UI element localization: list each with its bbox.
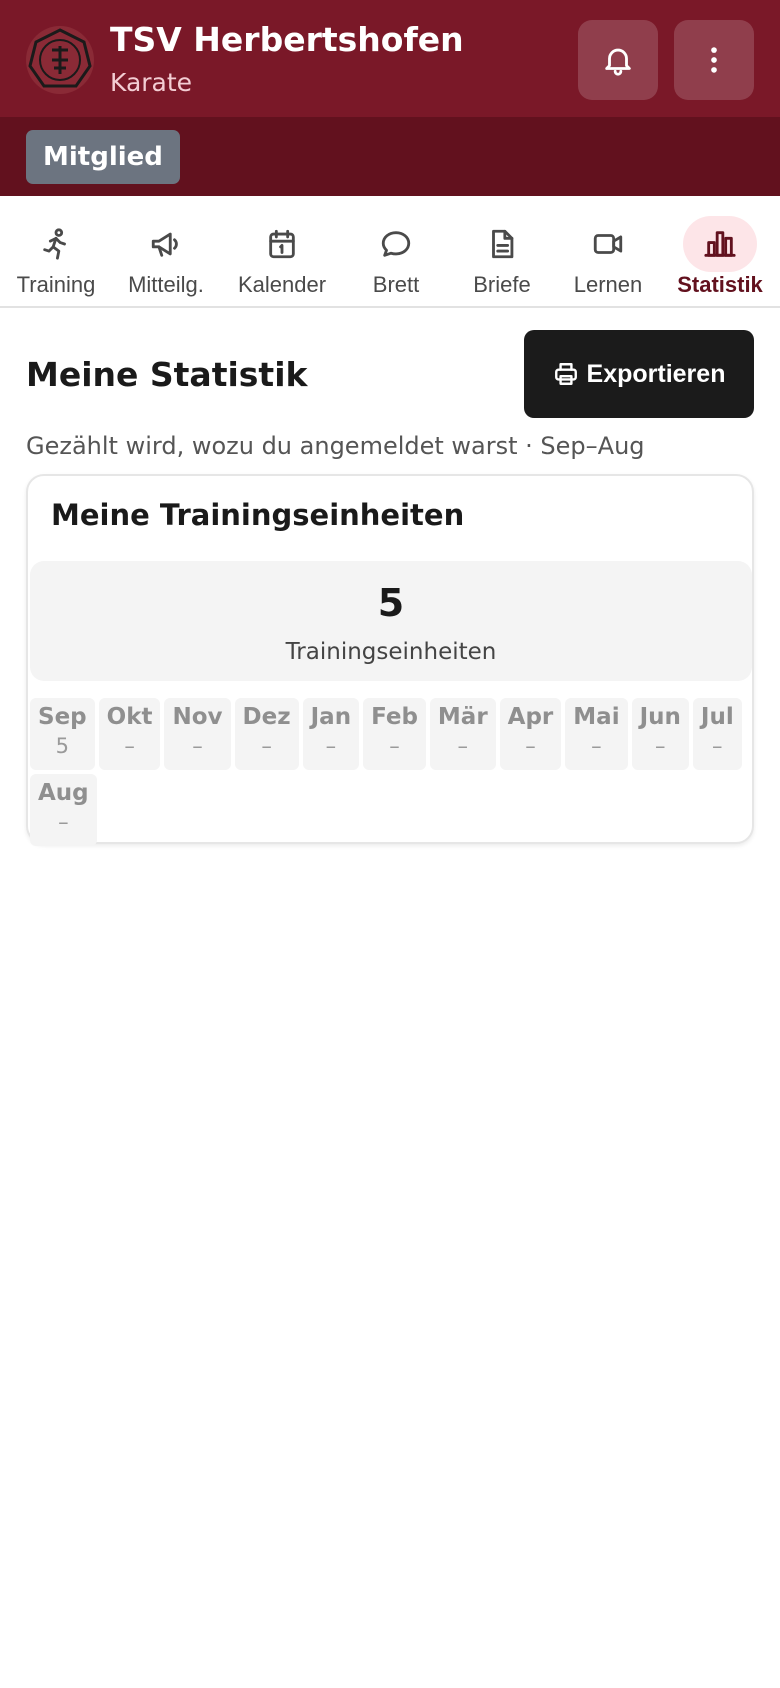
export-button[interactable]: Exportieren: [524, 330, 754, 418]
month-cell: Nov –: [164, 698, 231, 770]
tab-label: Training: [16, 272, 96, 297]
month-value: –: [192, 734, 203, 758]
month-name: Okt: [106, 704, 153, 730]
bell-icon: [605, 48, 631, 76]
training-stats-card: Meine Trainingseinheiten 5 Trainingseinh…: [26, 474, 754, 846]
club-logo: [26, 26, 94, 94]
total-summary: 5 Trainingseinheiten: [30, 561, 752, 681]
month-name: Mär: [437, 704, 488, 730]
role-badge: Mitglied: [26, 130, 180, 184]
card-title: Meine Trainingseinheiten: [51, 498, 465, 532]
printer-icon: [554, 363, 577, 385]
calendar-icon: [245, 216, 319, 272]
export-button-label: Exportieren: [586, 359, 726, 388]
month-name: Feb: [371, 704, 418, 730]
tab-bar: Training Mitteilg. Kalender Brett Briefe…: [0, 196, 780, 308]
month-cell: Jul –: [692, 698, 742, 770]
tab-statistik[interactable]: Statistik: [670, 196, 770, 306]
month-cell: Jan –: [302, 698, 360, 770]
month-grid: Sep 5 Okt – Nov – Dez – Jan – Feb – Mär – Apr – …: [30, 698, 752, 846]
tab-brett[interactable]: Brett: [346, 196, 446, 306]
tab-label: Mitteilg.: [128, 272, 204, 297]
month-name: Jan: [310, 704, 352, 730]
bar-chart-icon: [683, 216, 757, 272]
tab-label: Statistik: [677, 272, 763, 297]
page-title: Meine Statistik: [26, 355, 308, 394]
club-department: Karate: [110, 68, 193, 97]
month-name: Nov: [172, 704, 223, 730]
more-menu-button[interactable]: [674, 20, 754, 100]
month-cell: Feb –: [363, 698, 426, 770]
megaphone-icon: [129, 216, 203, 272]
month-value: –: [58, 810, 69, 834]
month-value: –: [325, 734, 337, 758]
month-name: Aug: [38, 780, 89, 806]
month-value: –: [389, 734, 400, 758]
month-name: Sep: [38, 704, 87, 730]
month-name: Jul: [700, 704, 734, 730]
month-cell: Mär –: [429, 698, 496, 770]
month-value: –: [654, 734, 666, 758]
club-name: TSV Herbertshofen: [110, 20, 464, 59]
month-value: –: [261, 734, 272, 758]
running-person-icon: [19, 216, 93, 272]
month-value: –: [525, 734, 536, 758]
video-camera-icon: [571, 216, 645, 272]
month-cell: Okt –: [98, 698, 161, 770]
month-cell: Apr –: [499, 698, 562, 770]
month-cell: Jun –: [631, 698, 689, 770]
speech-bubble-icon: [359, 216, 433, 272]
month-cell: Sep 5: [30, 698, 95, 770]
month-value: 5: [55, 734, 69, 758]
month-name: Mai: [573, 704, 620, 730]
document-icon: [465, 216, 539, 272]
total-value: 5: [377, 581, 405, 625]
tab-label: Kalender: [237, 272, 327, 297]
more-vertical-icon: [711, 47, 717, 73]
month-name: Dez: [242, 704, 291, 730]
tab-label: Brett: [372, 272, 420, 297]
app-header: TSV Herbertshofen Karate: [0, 0, 780, 117]
tab-briefe[interactable]: Briefe: [452, 196, 552, 306]
tab-lernen[interactable]: Lernen: [558, 196, 658, 306]
tab-label: Lernen: [573, 272, 643, 297]
month-cell: Mai –: [565, 698, 628, 770]
total-label: Trainingseinheiten: [285, 639, 497, 665]
month-value: –: [124, 734, 135, 758]
page-subtitle: Gezählt wird, wozu du angemeldet warst ·…: [26, 432, 645, 460]
month-value: –: [591, 734, 602, 758]
tab-kalender[interactable]: Kalender: [232, 196, 332, 306]
role-band: Mitglied: [0, 117, 780, 196]
notifications-button[interactable]: [578, 20, 658, 100]
month-value: –: [457, 734, 469, 758]
tab-mitteilungen[interactable]: Mitteilg.: [116, 196, 216, 306]
month-value: –: [712, 734, 723, 758]
month-name: Apr: [507, 704, 554, 730]
tab-label: Briefe: [473, 272, 531, 297]
month-cell: Aug –: [30, 774, 97, 846]
month-name: Jun: [639, 704, 681, 730]
month-cell: Dez –: [234, 698, 299, 770]
tab-training[interactable]: Training: [6, 196, 106, 306]
